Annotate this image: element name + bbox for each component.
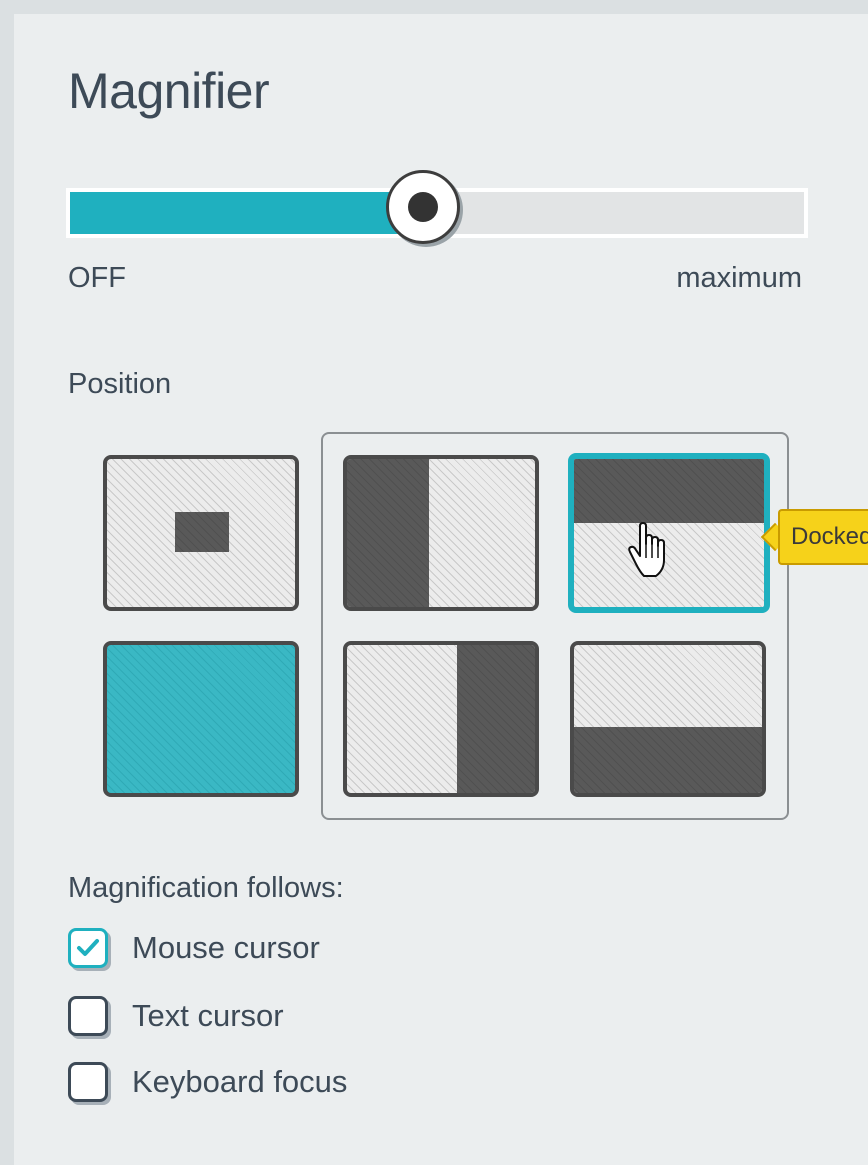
follows-label: Magnification follows:: [68, 872, 344, 904]
checkbox-row-keyboard-focus[interactable]: Keyboard focus: [68, 1060, 347, 1104]
checkbox-label: Text cursor: [132, 998, 284, 1033]
checkbox-label: Keyboard focus: [132, 1064, 348, 1099]
hand-cursor-icon: [628, 522, 665, 577]
checkbox-mouse-cursor[interactable]: [68, 928, 108, 968]
checkbox-row-text-cursor[interactable]: Text cursor: [68, 994, 284, 1038]
checkbox-text-cursor[interactable]: [68, 996, 108, 1036]
checkmark-icon: [77, 939, 99, 956]
checkbox-keyboard-focus[interactable]: [68, 1062, 108, 1102]
tooltip-text: Docked: [791, 523, 868, 550]
checkbox-row-mouse-cursor[interactable]: Mouse cursor: [68, 926, 320, 970]
checkbox-label: Mouse cursor: [132, 930, 320, 965]
tooltip-clip: Docked: [0, 0, 868, 1165]
